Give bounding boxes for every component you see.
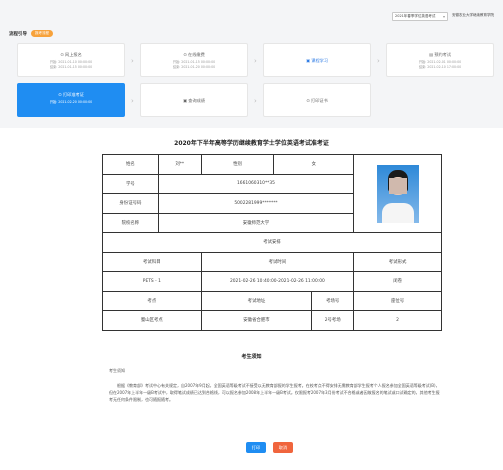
exam-arrangement-header: 考试安排 [102,232,442,253]
label-id-no: 身份证号码 [102,193,159,214]
term-select-value: 2021年春季学位英语考试 [395,14,436,18]
label-name: 姓名 [102,154,159,175]
label-room: 考场号 [311,290,355,311]
candidate-photo [376,164,419,223]
label-gender: 性别 [200,154,275,175]
step-title: 网上报名 [65,52,82,57]
value-room: 2号考场 [311,310,355,331]
label-site: 考点 [102,290,202,311]
value-name: 刘** [157,154,202,175]
top-panel: 2021年春季学位英语考试 ▾ 安徽农业大学继续教育学院 流程引导 报考流程 ⊙ … [0,0,503,128]
label-seat: 座位号 [353,290,442,311]
value-gender: 女 [273,154,355,175]
value-school: 安徽师范大学 [157,212,355,233]
label-form: 考试形式 [353,251,442,272]
step-date: 结束: 2021-01-20 00:00:00 [172,64,216,69]
step-title: 课程学习 [311,58,329,63]
label-address: 考试地址 [200,290,313,311]
value-address: 安徽省合肥市 [200,310,313,331]
step-date: 结束: 2021-02-10 17:00:00 [418,64,462,69]
step-card-study[interactable]: ▣ 课程学习 [263,43,371,77]
step-title: 预约考试 [434,52,452,57]
step-card-payment[interactable]: ⊙ 在线缴费 开始: 2021-01-15 00:00:00 结束: 2021-0… [140,43,248,77]
step-date: 结束: 2021-01-15 00:00:00 [49,64,93,69]
table-row: 蜀山区考点 安徽省合肥市 2号考场 2 [102,310,442,331]
table-row: 姓名 刘** 性别 女 [102,154,442,233]
table-row: 考点 考试地址 考场号 座位号 [102,290,442,311]
ticket-title: 2020年下半年高等学历继续教育学士学位英语考试准考证 [174,140,329,147]
label-time: 考试时间 [200,251,355,272]
notice-paragraph: 根据《教育部》考试中心有关规定，自2007年9月起，全国英语等级考试不接受以无教… [109,383,440,402]
value-form: 闭卷 [353,271,442,292]
flow-label: 流程引导 [9,32,27,37]
admission-ticket-table: 姓名 刘** 性别 女 学号 1661060310**35 身份证号码 5002… [102,154,442,331]
arrow-right-icon: › [131,57,134,65]
step-card-register[interactable]: ⊙ 网上报名 开始: 2021-01-10 00:00:00 结束: 2021-0… [17,43,125,77]
table-row: PETS - 1 2021-02-26 10:40:00-2021-02-26 … [102,271,442,292]
print-button[interactable]: 打印 [246,442,266,453]
step-title: 查询成绩 [188,98,206,103]
value-id-no: 5002281999******* [157,193,355,214]
step-card-query-score[interactable]: ▣ 查询成绩 [140,83,248,117]
chevron-down-icon: ▾ [442,14,445,19]
value-time: 2021-02-26 10:40:00-2021-02-26 11:00:00 [200,271,355,292]
step-title: 打印准考证 [62,92,84,97]
step-title: 打印证书 [311,98,328,103]
step-title: 在线缴费 [188,52,205,57]
value-seat: 2 [353,310,442,331]
school-name: 安徽农业大学继续教育学院 [452,13,494,17]
step-card-print-ticket[interactable]: ⊙ 打印准考证 开始: 2021-02-20 00:00:00 [17,83,125,117]
flow-badge[interactable]: 报考流程 [31,30,53,37]
notice-subheading: 考生须知 [109,368,125,373]
step-card-book-exam[interactable]: ▤ 预约考试 开始: 2021-02-01 00:00:00 结束: 2021-0… [386,43,494,77]
label-student-no: 学号 [102,173,159,194]
top-bar: 2021年春季学位英语考试 ▾ 安徽农业大学继续教育学院 [0,0,503,22]
step-card-print-certificate[interactable]: ⊙ 打印证书 [263,83,371,117]
arrow-right-icon: › [254,57,257,65]
arrow-right-icon: › [377,57,380,65]
notice-heading: 考生须知 [241,354,262,360]
label-subject: 考试科目 [102,251,202,272]
label-school: 院校名称 [102,212,159,233]
value-student-no: 1661060310**35 [157,173,355,194]
value-site: 蜀山区考点 [102,310,202,331]
table-row: 考试科目 考试时间 考试形式 [102,251,442,272]
table-row: 考试安排 [102,232,442,253]
step-date: 开始: 2021-02-20 00:00:00 [49,100,93,104]
cancel-button[interactable]: 取消 [273,442,293,453]
term-select[interactable]: 2021年春季学位英语考试 ▾ [392,12,448,21]
value-subject: PETS - 1 [102,271,202,292]
arrow-right-icon: › [131,97,134,105]
photo-cell [353,154,442,233]
arrow-right-icon: › [254,97,257,105]
